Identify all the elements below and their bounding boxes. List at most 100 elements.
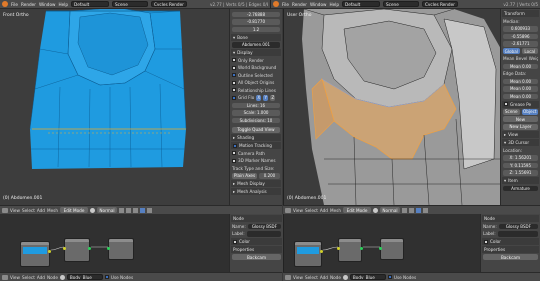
new-grease-pencil-button[interactable]: New	[503, 116, 538, 123]
properties-panel-header[interactable]: Properties	[231, 246, 282, 253]
bone-panel-header[interactable]: ▾ Bone	[231, 33, 281, 41]
socket-output[interactable]	[360, 247, 363, 250]
node-editor-left[interactable]	[0, 214, 229, 272]
menu-add[interactable]: Add	[320, 275, 328, 280]
camera-path-checkbox[interactable]	[232, 151, 236, 156]
node-name-field[interactable]: Glossy BSDF	[247, 223, 281, 229]
color-panel-header[interactable]: Color	[482, 238, 539, 245]
editor-type-icon[interactable]	[285, 207, 291, 213]
snap-magnet-icon[interactable]	[402, 207, 407, 213]
pivot-select[interactable]: Normal	[380, 207, 400, 213]
menu-help[interactable]: Help	[58, 2, 68, 7]
value-field-3[interactable]: 1.2	[232, 26, 280, 32]
axis-y-toggle[interactable]: Y	[263, 94, 269, 101]
node-label-field[interactable]	[246, 231, 281, 237]
mesh-display-panel-header[interactable]: ▸ Mesh Display	[231, 180, 281, 187]
menu-render[interactable]: Render	[21, 2, 36, 7]
scene-select[interactable]: Scene	[383, 1, 419, 7]
render-engine-select[interactable]: Cycles Render	[151, 1, 187, 7]
backdrop-select[interactable]: Backcam	[483, 254, 538, 261]
color-panel-header[interactable]: Color	[231, 238, 282, 245]
mean-bevel-field[interactable]: Mean 0.00	[503, 86, 538, 92]
socket-input[interactable]	[337, 247, 340, 250]
node-mix[interactable]	[337, 238, 363, 262]
menu-window[interactable]: Window	[310, 2, 327, 7]
track-type-select[interactable]: Plain Axes	[232, 172, 257, 179]
properties-panel-header[interactable]: Properties	[482, 246, 539, 253]
socket-output[interactable]	[48, 250, 51, 253]
shader-type-icon[interactable]	[342, 274, 348, 280]
transform-panel-header[interactable]: Transform	[502, 10, 539, 17]
editor-type-icon[interactable]	[2, 207, 8, 213]
menu-window[interactable]: Window	[39, 2, 56, 7]
grease-pencil-checkbox[interactable]	[504, 102, 508, 106]
node-image-texture[interactable]	[294, 241, 323, 267]
object-source-button[interactable]: Object	[521, 108, 538, 115]
cursor-y-field[interactable]: Y: 0.11595	[503, 162, 538, 168]
track-size-field[interactable]: 0.200	[259, 173, 280, 179]
cursor-z-field[interactable]: Z: 1.55691	[503, 170, 538, 176]
view-panel-header[interactable]: ▸ View	[502, 131, 539, 138]
edge-select-icon[interactable]	[140, 207, 145, 213]
value-field-1[interactable]: -2.76888	[232, 11, 280, 17]
new-layer-button[interactable]: New Layer	[503, 123, 538, 130]
pivot-select[interactable]: Normal	[97, 207, 117, 213]
vertex-select-icon[interactable]	[133, 207, 138, 213]
scene-source-button[interactable]: Scene	[503, 108, 520, 115]
node-mix[interactable]	[63, 238, 91, 262]
vertex-select-icon[interactable]	[409, 207, 414, 213]
global-toggle[interactable]: Global	[503, 48, 520, 55]
scene-select[interactable]: Scene	[112, 1, 148, 7]
blender-logo-icon[interactable]	[273, 1, 279, 7]
mean-crease-field[interactable]: Mean 0.00	[503, 78, 538, 84]
local-toggle[interactable]: Local	[521, 48, 538, 55]
grease-pencil-panel-header[interactable]: Grease Pe	[502, 100, 539, 108]
menu-mesh[interactable]: Mesh	[330, 208, 341, 213]
cursor-x-field[interactable]: X: 1.56201	[503, 155, 538, 161]
shading-panel-header[interactable]: ▸ Shading	[231, 134, 281, 141]
menu-view[interactable]: View	[293, 208, 303, 213]
menu-select[interactable]: Select	[305, 275, 318, 280]
menu-file[interactable]: File	[11, 2, 18, 7]
menu-render[interactable]: Render	[292, 2, 307, 7]
median-y-field[interactable]: -0.55896	[503, 33, 538, 39]
menu-view[interactable]: View	[10, 275, 20, 280]
motion-tracking-panel-header[interactable]: Motion Tracking	[231, 142, 281, 149]
node-panel-header[interactable]: Node	[231, 215, 282, 222]
outline-selected-checkbox[interactable]	[232, 73, 236, 78]
shading-sphere-icon[interactable]	[90, 207, 95, 213]
armature-name-field[interactable]: Armature	[503, 185, 538, 191]
menu-mesh[interactable]: Mesh	[47, 208, 58, 213]
menu-select[interactable]: Select	[305, 208, 318, 213]
menu-view[interactable]: View	[10, 208, 20, 213]
axis-x-toggle[interactable]: X	[256, 94, 262, 101]
render-engine-select[interactable]: Cycles Render	[422, 1, 458, 7]
menu-node[interactable]: Node	[330, 275, 341, 280]
grid-scale-field[interactable]: Scale: 1.000	[232, 110, 280, 116]
menu-add[interactable]: Add	[37, 275, 45, 280]
menu-view[interactable]: View	[293, 275, 303, 280]
socket-input[interactable]	[379, 247, 382, 250]
shading-sphere-icon[interactable]	[373, 207, 378, 213]
editor-type-icon[interactable]	[2, 274, 8, 280]
use-nodes-checkbox[interactable]	[104, 275, 109, 279]
toggle-quad-view-button[interactable]: Toggle Quad View	[232, 126, 280, 133]
world-background-checkbox[interactable]	[232, 65, 236, 70]
node-panel-header[interactable]: Node	[482, 215, 539, 222]
median-z-field[interactable]: -2.61771	[503, 41, 538, 47]
mode-select[interactable]: Edit Mode	[60, 207, 88, 213]
socket-input[interactable]	[63, 247, 66, 250]
material-select[interactable]: Body_Blue	[349, 274, 386, 280]
node-material-output[interactable]	[107, 238, 134, 260]
socket-input[interactable]	[107, 247, 110, 250]
grid-subdivisions-field[interactable]: Subdivisions: 10	[232, 117, 280, 123]
viewport-left[interactable]: Front Ortho (0) Abdomen.001	[0, 9, 229, 205]
mean-edge-crease-field[interactable]: Mean 0.00	[503, 93, 538, 99]
menu-select[interactable]: Select	[22, 275, 35, 280]
3d-cursor-panel-header[interactable]: ▾ 3D Cursor	[502, 139, 539, 146]
screen-layout-select[interactable]: Default	[71, 1, 109, 7]
node-image-texture[interactable]	[20, 241, 51, 267]
node-material-output[interactable]	[379, 238, 404, 260]
node-name-field[interactable]: Glossy BSDF	[498, 223, 538, 229]
mesh-analysis-panel-header[interactable]: ▸ Mesh Analysis	[231, 188, 281, 195]
